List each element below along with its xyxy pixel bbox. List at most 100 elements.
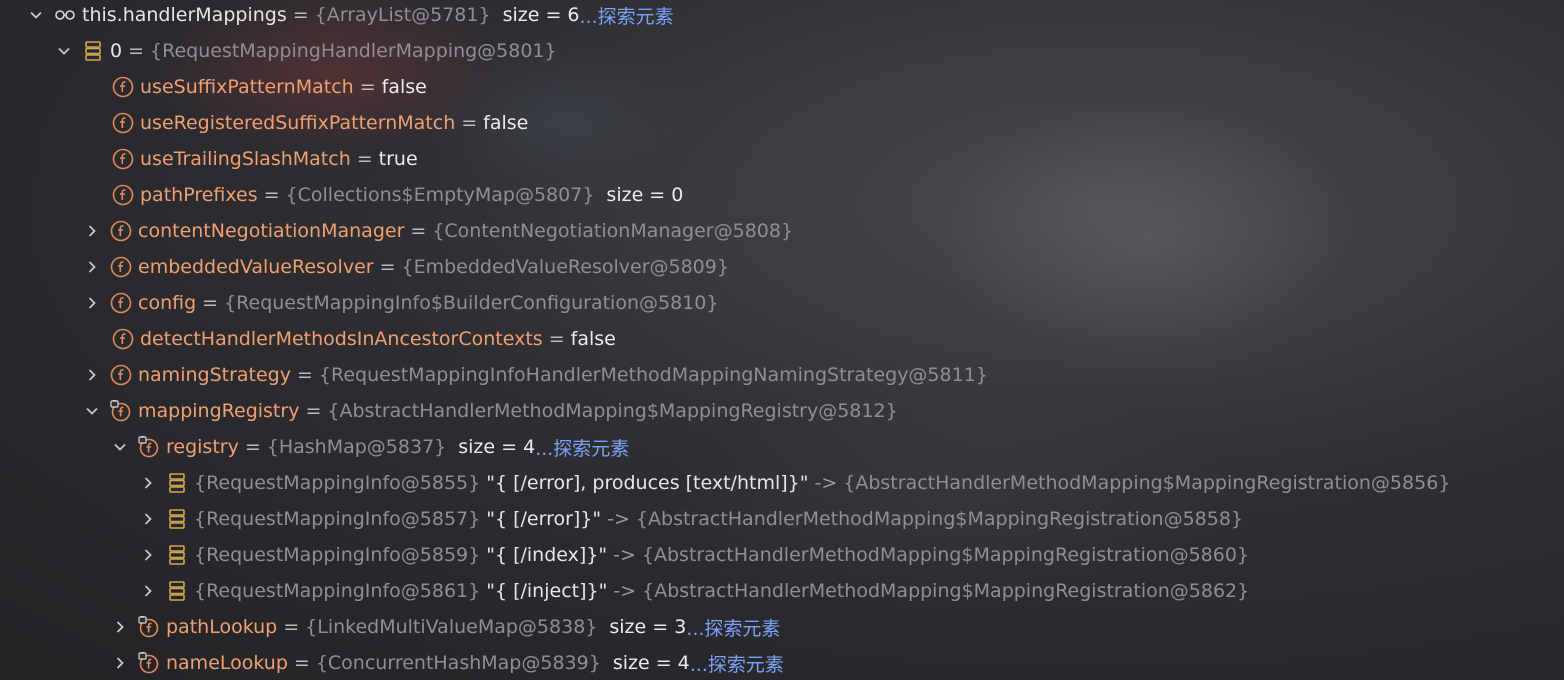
- array-element-icon: [82, 40, 104, 62]
- element-index: 0: [110, 40, 123, 62]
- array-element-icon: [166, 472, 188, 494]
- chevron-right-icon[interactable]: [82, 293, 102, 313]
- array-element-icon: [166, 508, 188, 530]
- map-key-string: "{ [/error], produces [text/html]}": [486, 472, 809, 494]
- chevron-right-icon[interactable]: [82, 257, 102, 277]
- map-arrow: ->: [613, 580, 637, 602]
- equals-sign: =: [461, 112, 478, 134]
- tree-row-field[interactable]: contentNegotiationManager = {ContentNego…: [82, 213, 793, 249]
- glasses-icon: [54, 4, 76, 26]
- tree-row-map-entry[interactable]: {RequestMappingInfo@5855} "{ [/error], p…: [138, 465, 1450, 501]
- field-name: contentNegotiationManager: [138, 220, 405, 242]
- tree-row-field[interactable]: detectHandlerMethodsInAncestorContexts =…: [112, 321, 616, 357]
- tree-row-field[interactable]: pathPrefixes = {Collections$EmptyMap@580…: [112, 177, 683, 213]
- map-key-reference: {RequestMappingInfo@5855}: [194, 472, 481, 494]
- field-f-lock-icon: [138, 616, 160, 638]
- object-reference: {AbstractHandlerMethodMapping$MappingReg…: [327, 400, 898, 422]
- tree-row-field[interactable]: useRegisteredSuffixPatternMatch = false: [112, 105, 528, 141]
- map-key-reference: {RequestMappingInfo@5857}: [194, 508, 481, 530]
- field-value: false: [483, 112, 529, 134]
- equals-sign: =: [263, 184, 280, 206]
- equals-sign: =: [244, 436, 261, 458]
- field-f-lock-icon: [138, 652, 160, 674]
- object-reference: {EmbeddedValueResolver@5809}: [401, 256, 729, 278]
- tree-row-field[interactable]: embeddedValueResolver = {EmbeddedValueRe…: [82, 249, 729, 285]
- field-f-icon: [112, 184, 134, 206]
- tree-row-field[interactable]: mappingRegistry = {AbstractHandlerMethod…: [82, 393, 898, 429]
- map-arrow: ->: [814, 472, 838, 494]
- map-arrow: ->: [613, 544, 636, 566]
- tree-row-field[interactable]: config = {RequestMappingInfo$BuilderConf…: [82, 285, 718, 321]
- size-label: size = 4: [612, 652, 690, 674]
- chevron-right-icon[interactable]: [82, 365, 102, 385]
- equals-sign: =: [296, 364, 313, 386]
- field-f-icon: [110, 364, 132, 386]
- tree-row-field[interactable]: pathLookup = {LinkedMultiValueMap@5838} …: [110, 609, 780, 645]
- equals-sign: =: [128, 40, 145, 62]
- field-f-icon: [110, 292, 132, 314]
- tree-row-registry[interactable]: registry = {HashMap@5837} size = 4 ...探索…: [110, 429, 629, 465]
- tree-row-map-entry[interactable]: {RequestMappingInfo@5857} "{ [/error]}" …: [138, 501, 1243, 537]
- object-reference: {ArrayList@5781}: [314, 4, 491, 26]
- field-f-icon: [112, 112, 134, 134]
- object-reference: {ContentNegotiationManager@5808}: [432, 220, 794, 242]
- field-f-icon: [110, 256, 132, 278]
- size-label: size = 3: [609, 616, 687, 638]
- field-f-icon: [112, 76, 134, 98]
- tree-row-field[interactable]: useTrailingSlashMatch = true: [112, 141, 418, 177]
- field-name: pathLookup: [166, 616, 278, 638]
- tree-row-element-0[interactable]: 0 = {RequestMappingHandlerMapping@5801}: [54, 33, 557, 69]
- map-key-string: "{ [/error]}": [486, 508, 602, 530]
- chevron-right-icon[interactable]: [82, 221, 102, 241]
- object-reference: {RequestMappingInfoHandlerMethodMappingN…: [318, 364, 988, 386]
- variable-name: this.handlerMappings: [82, 4, 287, 26]
- chevron-down-icon[interactable]: [82, 401, 102, 421]
- chevron-right-icon[interactable]: [138, 581, 158, 601]
- field-name: pathPrefixes: [140, 184, 258, 206]
- chevron-right-icon[interactable]: [110, 653, 130, 673]
- map-arrow: ->: [607, 508, 630, 530]
- chevron-down-icon[interactable]: [26, 5, 46, 25]
- tree-row-field[interactable]: nameLookup = {ConcurrentHashMap@5839} si…: [110, 645, 784, 680]
- object-reference: {RequestMappingHandlerMapping@5801}: [150, 40, 557, 62]
- map-value-reference: {AbstractHandlerMethodMapping$MappingReg…: [635, 508, 1244, 530]
- chevron-right-icon[interactable]: [110, 617, 130, 637]
- field-value: false: [570, 328, 616, 350]
- equals-sign: =: [356, 148, 373, 170]
- field-name: embeddedValueResolver: [138, 256, 374, 278]
- size-label: size = 6: [502, 4, 580, 26]
- equals-sign: =: [548, 328, 565, 350]
- tree-row-map-entry[interactable]: {RequestMappingInfo@5861} "{ [/inject]}"…: [138, 573, 1249, 609]
- field-name: useTrailingSlashMatch: [140, 148, 351, 170]
- size-label: size = 0: [606, 184, 684, 206]
- object-reference: {Collections$EmptyMap@5807}: [285, 184, 595, 206]
- array-element-icon: [166, 544, 188, 566]
- map-key-string: "{ [/inject]}": [486, 580, 608, 602]
- field-f-icon: [110, 220, 132, 242]
- field-name: detectHandlerMethodsInAncestorContexts: [140, 328, 543, 350]
- map-key-string: "{ [/index]}": [486, 544, 608, 566]
- field-name: mappingRegistry: [138, 400, 300, 422]
- explore-elements-link[interactable]: ...探索元素: [535, 434, 629, 461]
- equals-sign: =: [379, 256, 396, 278]
- map-value-reference: {AbstractHandlerMethodMapping$MappingReg…: [641, 544, 1250, 566]
- tree-row-handler-mappings[interactable]: this.handlerMappings = {ArrayList@5781} …: [26, 0, 674, 33]
- explore-elements-link[interactable]: ...探索元素: [690, 650, 784, 677]
- chevron-right-icon[interactable]: [138, 473, 158, 493]
- tree-row-map-entry[interactable]: {RequestMappingInfo@5859} "{ [/index]}" …: [138, 537, 1249, 573]
- chevron-right-icon[interactable]: [138, 509, 158, 529]
- size-label: size = 4: [458, 436, 536, 458]
- chevron-right-icon[interactable]: [138, 545, 158, 565]
- array-element-icon: [166, 580, 188, 602]
- explore-elements-link[interactable]: ...探索元素: [580, 2, 674, 29]
- tree-row-field[interactable]: namingStrategy = {RequestMappingInfoHand…: [82, 357, 988, 393]
- tree-row-field[interactable]: useSuffixPatternMatch = false: [112, 69, 427, 105]
- chevron-down-icon[interactable]: [110, 437, 130, 457]
- map-key-reference: {RequestMappingInfo@5859}: [194, 544, 481, 566]
- equals-sign: =: [410, 220, 427, 242]
- field-value: true: [378, 148, 418, 170]
- field-name: config: [138, 292, 197, 314]
- object-reference: {HashMap@5837}: [266, 436, 447, 458]
- chevron-down-icon[interactable]: [54, 41, 74, 61]
- explore-elements-link[interactable]: ...探索元素: [686, 614, 780, 641]
